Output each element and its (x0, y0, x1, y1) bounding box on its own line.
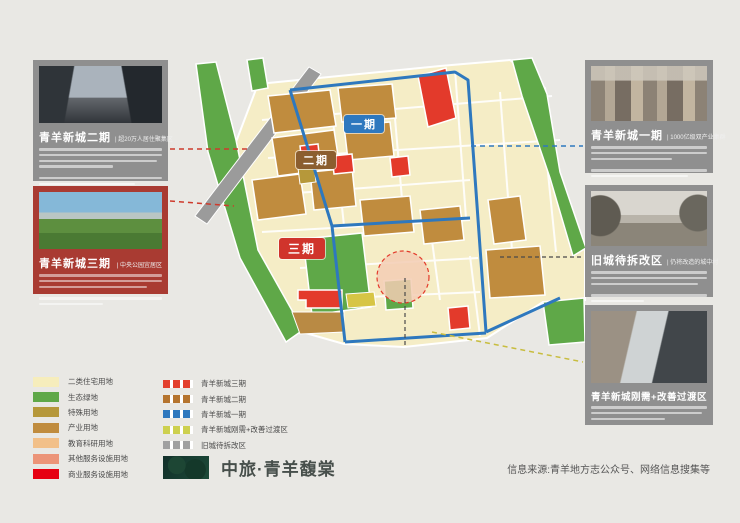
legend-dash-swatch (163, 395, 193, 403)
card-subtitle-phase2: | 超20万人居住聚集区 (115, 134, 173, 143)
callout-card-phase3: 青羊新城三期 | 中央公园宜居区 (33, 186, 168, 294)
legend-row: 二类住宅用地 (33, 374, 128, 389)
legend-row: 产业用地 (33, 420, 128, 435)
photo-phase3 (39, 192, 162, 249)
land-use-legend: 二类住宅用地生态绿地特殊用地产业用地教育科研用地其他服务设施用地商业服务设施用地 (33, 374, 128, 482)
legend-dash-swatch (163, 441, 193, 449)
legend-label: 其他服务设施用地 (68, 453, 128, 464)
legend-label: 青羊新城二期 (201, 394, 246, 405)
map-label-phase1: 一期 (344, 115, 384, 133)
brand-name: 中旅·青羊馥棠 (221, 455, 336, 480)
legend-label: 生态绿地 (68, 392, 98, 403)
legend-row: 青羊新城刚需+改善过渡区 (163, 422, 288, 437)
photo-oldtown (591, 191, 707, 246)
body-text-lines (591, 406, 707, 420)
legend-row: 商业服务设施用地 (33, 466, 128, 481)
source-note: 信息来源:青羊地方志公众号、网络信息搜集等 (507, 461, 710, 476)
card-title-phase1: 青羊新城一期 (591, 127, 663, 143)
legend-row: 青羊新城二期 (163, 391, 288, 406)
legend-label: 青羊新城三期 (201, 378, 246, 389)
callout-card-phase2: 青羊新城二期 | 超20万人居住聚集区 (33, 60, 168, 181)
brand-logo: 中旅·青羊馥棠 (163, 455, 336, 480)
legend-dash-swatch (163, 380, 193, 388)
body-text-lines (591, 146, 707, 177)
legend-row: 旧城待拆改区 (163, 438, 288, 453)
legend-label: 青羊新城刚需+改善过渡区 (201, 424, 288, 435)
legend-color-swatch (33, 438, 59, 448)
legend-label: 青羊新城一期 (201, 409, 246, 420)
map-label-phase2: 二期 (296, 151, 336, 169)
card-subtitle-oldtown: | 仍将改造的城中村 (667, 257, 718, 266)
card-title-oldtown: 旧城待拆改区 (591, 252, 663, 268)
legend-row: 生态绿地 (33, 389, 128, 404)
boundary-legend: 青羊新城三期青羊新城二期青羊新城一期青羊新城刚需+改善过渡区旧城待拆改区 (163, 376, 288, 453)
legend-row: 青羊新城三期 (163, 376, 288, 391)
legend-color-swatch (33, 392, 59, 402)
legend-label: 特殊用地 (68, 407, 98, 418)
industry-strip (292, 312, 344, 334)
photo-transition (591, 311, 707, 383)
legend-color-swatch (33, 407, 59, 417)
photo-phase1 (591, 66, 707, 121)
body-text-lines (39, 274, 162, 305)
legend-row: 青羊新城一期 (163, 407, 288, 422)
body-text-lines (591, 271, 707, 302)
photo-phase2 (39, 66, 162, 123)
card-subtitle-phase3: | 中央公园宜居区 (117, 260, 162, 269)
legend-color-swatch (33, 423, 59, 433)
card-title-transition: 青羊新城刚需+改善过渡区 (591, 389, 707, 403)
poster-canvas: 一期 二期 三期 青羊新城二期 | 超20万人居住聚集区 青羊新城三期 | 中央… (0, 0, 740, 523)
callout-card-oldtown: 旧城待拆改区 | 仍将改造的城中村 (585, 185, 713, 297)
legend-color-swatch (33, 377, 59, 387)
card-title-phase3: 青羊新城三期 (39, 255, 111, 271)
legend-dash-swatch (163, 410, 193, 418)
legend-label: 商业服务设施用地 (68, 469, 128, 480)
body-text-lines (39, 148, 162, 185)
legend-row: 教育科研用地 (33, 436, 128, 451)
legend-row: 特殊用地 (33, 405, 128, 420)
card-title-phase2: 青羊新城二期 (39, 129, 111, 145)
legend-color-swatch (33, 454, 59, 464)
transition-zone-circle (377, 251, 429, 303)
legend-dash-swatch (163, 426, 193, 434)
legend-label: 旧城待拆改区 (201, 440, 246, 451)
legend-label: 产业用地 (68, 422, 98, 433)
legend-row: 其他服务设施用地 (33, 451, 128, 466)
card-subtitle-phase1: | 1000亿级双产业集群 (667, 132, 726, 141)
map-label-phase3: 三期 (279, 238, 325, 259)
legend-label: 二类住宅用地 (68, 376, 113, 387)
legend-color-swatch (33, 469, 59, 479)
callout-card-phase1: 青羊新城一期 | 1000亿级双产业集群 (585, 60, 713, 173)
callout-card-transition: 青羊新城刚需+改善过渡区 (585, 305, 713, 425)
brand-aerial-thumbnail (163, 456, 209, 479)
legend-label: 教育科研用地 (68, 438, 113, 449)
